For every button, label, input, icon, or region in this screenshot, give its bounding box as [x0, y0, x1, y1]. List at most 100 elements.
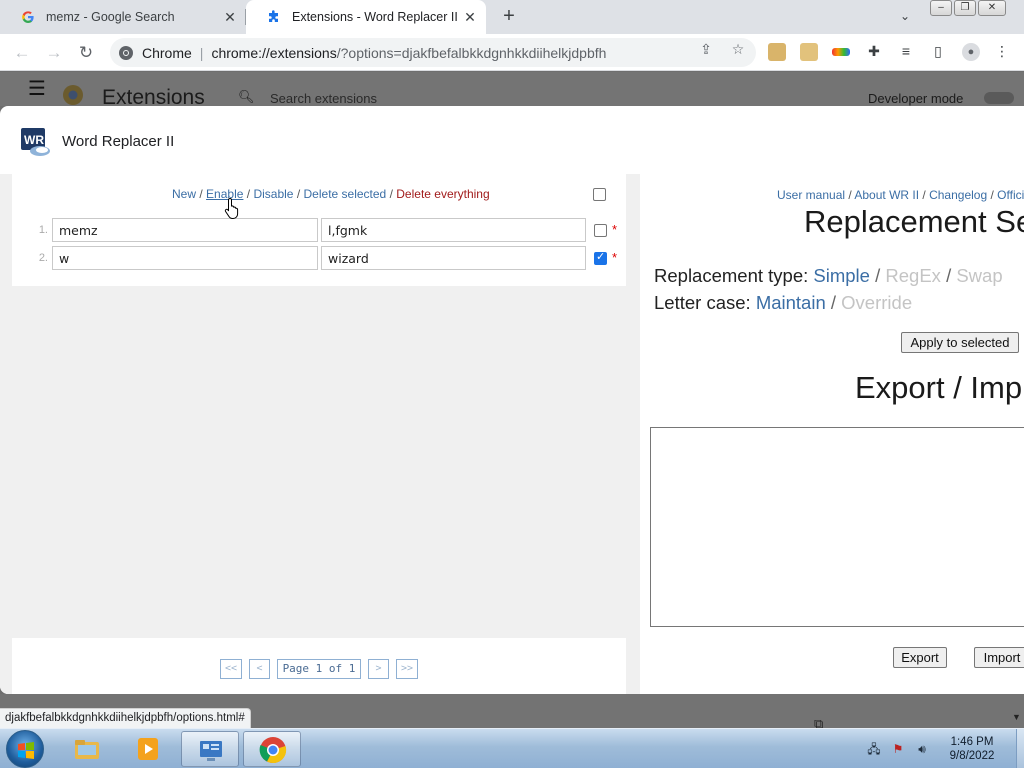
dialog-title: Word Replacer II — [62, 133, 175, 150]
hamburger-menu-icon[interactable]: ☰ — [28, 79, 46, 99]
tab-google-search[interactable]: memz - Google Search ✕ — [0, 0, 246, 34]
official-link[interactable]: Offici — [997, 188, 1024, 202]
import-button[interactable]: Import — [974, 647, 1024, 668]
settings-pane: User manual / About WR II / Changelog / … — [640, 174, 1024, 694]
maintain-option[interactable]: Maintain — [756, 292, 826, 313]
forward-arrow-icon[interactable]: → — [43, 42, 65, 64]
swap-option[interactable]: Swap — [956, 265, 1002, 286]
browser-toolbar: ← → ↻ Chrome | chrome://extensions/?opti… — [0, 34, 1024, 71]
user-manual-link[interactable]: User manual — [777, 188, 845, 202]
tab-title: Extensions - Word Replacer II — [292, 10, 458, 24]
chrome-chip: Chrome — [142, 44, 192, 61]
show-desktop-button[interactable] — [1016, 729, 1024, 768]
close-icon[interactable]: ✕ — [222, 9, 238, 25]
taskbar-chrome[interactable] — [243, 731, 301, 767]
search-icon: 🔍︎ — [238, 89, 255, 104]
clock-date: 9/8/2022 — [949, 750, 995, 762]
star-icon[interactable]: ☆ — [730, 41, 746, 57]
start-button[interactable] — [6, 730, 44, 768]
tab-strip: memz - Google Search ✕ Extensions - Word… — [0, 0, 1024, 34]
new-tab-button[interactable]: + — [498, 6, 520, 28]
url-host: chrome://extensions — [211, 44, 337, 61]
separator: / — [946, 265, 952, 286]
address-bar[interactable]: Chrome | chrome://extensions/?options=dj… — [110, 38, 756, 67]
separator: / — [246, 187, 251, 201]
export-button[interactable]: Export — [893, 647, 947, 668]
taskbar-clock[interactable]: 1:46 PM 9/8/2022 — [930, 735, 1014, 763]
doge-extension-icon[interactable] — [768, 43, 786, 61]
first-page-button[interactable]: << — [220, 659, 242, 679]
media-player-icon — [138, 738, 158, 760]
taskbar-control-panel[interactable] — [181, 731, 239, 767]
taskbar-explorer[interactable] — [58, 731, 116, 767]
search-extensions-input[interactable]: Search extensions — [270, 91, 377, 106]
next-page-button[interactable]: > — [368, 659, 389, 679]
find-field[interactable]: memz — [52, 218, 318, 242]
list-actions: New / Enable / Disable / Delete selected… — [172, 187, 490, 201]
dialog-header: WR Word Replacer II — [0, 106, 1024, 174]
list-item: 1. memz l,fgmk * — [12, 218, 626, 242]
chevron-down-icon[interactable]: ⌄ — [896, 9, 914, 27]
clock-time: 1:46 PM — [950, 736, 994, 748]
close-icon[interactable]: ✕ — [462, 9, 478, 25]
about-link[interactable]: About WR II — [854, 188, 919, 202]
replace-field[interactable]: wizard — [321, 246, 586, 270]
find-field[interactable]: w — [52, 246, 318, 270]
replacement-settings-heading: Replacement Se — [804, 204, 1024, 239]
doge-hat-extension-icon[interactable] — [800, 43, 818, 61]
tab-extensions[interactable]: Extensions - Word Replacer II ✕ — [246, 0, 486, 34]
network-icon[interactable]: 🖧︎ — [866, 741, 882, 757]
extensions-header: ☰ Extensions 🔍︎ Search extensions Develo… — [0, 72, 1024, 109]
simple-option[interactable]: Simple — [813, 265, 870, 286]
row-checkbox[interactable] — [594, 250, 607, 265]
media-queue-icon[interactable]: ≡ — [898, 43, 914, 59]
side-panel-icon[interactable]: ▯ — [930, 43, 946, 59]
chrome-logo-icon — [62, 84, 84, 106]
wr-logo-icon: WR — [20, 126, 52, 158]
action-center-icon[interactable]: ⚑ — [890, 741, 906, 757]
google-g-icon — [20, 9, 36, 25]
replacement-list-pane: New / Enable / Disable / Delete selected… — [0, 174, 640, 694]
share-icon[interactable]: ⇪ — [698, 41, 714, 57]
last-page-button[interactable]: >> — [396, 659, 418, 679]
separator: / — [919, 188, 930, 202]
options-dialog: WR Word Replacer II New / Enable / Disab… — [0, 106, 1024, 694]
reload-icon[interactable]: ↻ — [75, 42, 97, 64]
apply-to-selected-button[interactable]: Apply to selected — [901, 332, 1019, 353]
letter-case-label: Letter case: — [654, 292, 751, 313]
replace-field[interactable]: l,fgmk — [321, 218, 586, 242]
prev-page-button[interactable]: < — [249, 659, 270, 679]
override-option[interactable]: Override — [841, 292, 912, 313]
changelog-link[interactable]: Changelog — [929, 188, 987, 202]
delete-everything-link[interactable]: Delete everything — [396, 187, 489, 201]
new-link[interactable]: New — [172, 187, 196, 201]
back-arrow-icon[interactable]: ← — [11, 42, 33, 64]
row-index: 2. — [38, 252, 48, 264]
tab-title: memz - Google Search — [46, 10, 175, 24]
kebab-menu-icon[interactable]: ⋮ — [994, 43, 1010, 59]
row-checkbox[interactable] — [594, 224, 607, 237]
developer-mode-toggle[interactable] — [984, 92, 1014, 104]
rainbow-extension-icon[interactable] — [832, 48, 850, 56]
svg-text:WR: WR — [24, 133, 44, 147]
minimize-button[interactable]: – — [930, 0, 952, 16]
volume-icon[interactable]: 🔊︎ — [914, 741, 930, 757]
puzzle-piece-icon — [266, 9, 282, 25]
modified-marker: * — [612, 250, 618, 265]
profile-avatar-icon[interactable]: ● — [962, 43, 980, 61]
regex-option[interactable]: RegEx — [885, 265, 941, 286]
separator: / — [389, 187, 393, 201]
delete-selected-link[interactable]: Delete selected — [304, 187, 387, 201]
top-links: User manual / About WR II / Changelog / … — [777, 188, 1024, 202]
chrome-site-icon — [118, 45, 134, 61]
window-close-button[interactable]: ✕ — [978, 0, 1006, 16]
export-import-textarea[interactable] — [650, 427, 1024, 627]
restore-button[interactable]: ❐ — [954, 0, 976, 16]
scroll-down-arrow-icon[interactable]: ▼ — [1012, 712, 1021, 722]
taskbar-media-player[interactable] — [119, 731, 177, 767]
letter-case-row: Letter case: Maintain / Override — [654, 292, 912, 314]
disable-link[interactable]: Disable — [253, 187, 293, 201]
select-all-checkbox[interactable] — [593, 188, 606, 201]
puzzle-piece-icon[interactable]: ✚ — [866, 43, 882, 59]
replacement-type-label: Replacement type: — [654, 265, 809, 286]
